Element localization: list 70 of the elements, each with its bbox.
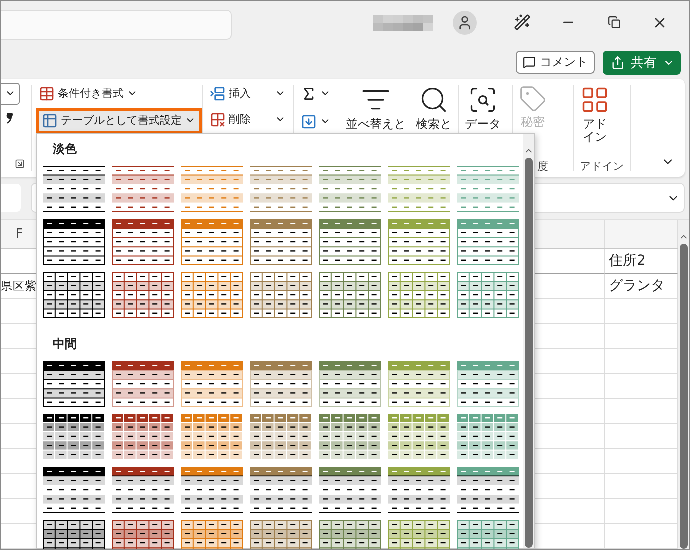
table-icon (39, 86, 55, 102)
style-menu-button[interactable]: 条件付き書式 (36, 82, 141, 104)
person-icon (457, 14, 473, 31)
table-style-thumbnail[interactable] (457, 414, 519, 460)
comma-style-icon[interactable] (6, 112, 14, 124)
data-analysis-button[interactable]: データ (463, 82, 503, 132)
account-avatar[interactable] (453, 10, 477, 35)
table-style-thumbnail[interactable] (43, 467, 105, 513)
insert-cells-icon (210, 86, 226, 102)
blurred-name (373, 14, 433, 31)
table-style-thumbnail[interactable] (112, 361, 174, 407)
table-style-thumbnail[interactable] (457, 272, 519, 318)
table-style-thumbnail[interactable] (250, 414, 312, 460)
sort-filter-button[interactable]: 並べ替えと (344, 82, 408, 132)
table-style-thumbnail[interactable] (181, 272, 243, 318)
section-label: 淡色 (52, 141, 77, 158)
style-menu-button[interactable]: テーブルとして書式設定 (36, 108, 202, 134)
table-style-thumbnail[interactable] (319, 414, 381, 460)
section-label: 中間 (52, 336, 77, 353)
search-field[interactable] (1, 10, 232, 40)
table-style-thumbnail[interactable] (43, 166, 105, 212)
group-label: アドイン (580, 159, 624, 174)
share-icon (611, 56, 625, 70)
table-style-thumbnail[interactable] (388, 272, 450, 318)
table-style-thumbnail[interactable] (388, 166, 450, 212)
table-style-thumbnail[interactable] (112, 467, 174, 513)
wand-icon[interactable] (514, 14, 530, 32)
table-style-thumbnail[interactable] (457, 166, 519, 212)
delete-cells-icon (210, 112, 226, 128)
cells-menu-button[interactable]: 挿入 (207, 82, 289, 104)
table-style-thumbnail[interactable] (319, 467, 381, 513)
comment-button[interactable]: コメント (516, 50, 595, 74)
restore-icon[interactable] (608, 16, 620, 30)
table-style-thumbnail[interactable] (112, 272, 174, 318)
table-style-thumbnail[interactable] (319, 361, 381, 407)
table-style-thumbnail[interactable] (43, 414, 105, 460)
number-format-dropdown[interactable] (1, 82, 20, 104)
table-style-thumbnail[interactable] (319, 272, 381, 318)
group-label: 度 (538, 159, 548, 174)
table-icon (42, 112, 58, 128)
table-style-thumbnail[interactable] (181, 219, 243, 265)
table-style-thumbnail[interactable] (250, 272, 312, 318)
add-ins-button[interactable]: アドイン (578, 82, 612, 146)
table-style-thumbnail[interactable] (457, 219, 519, 265)
scrollbar-thumb[interactable] (680, 244, 688, 549)
comment-icon (523, 56, 536, 68)
table-style-thumbnail[interactable] (112, 219, 174, 265)
table-style-thumbnail[interactable] (457, 467, 519, 513)
table-style-thumbnail[interactable] (43, 361, 105, 407)
table-style-thumbnail[interactable] (250, 467, 312, 513)
share-button[interactable]: 共有 (603, 50, 681, 74)
table-style-thumbnail[interactable] (388, 219, 450, 265)
scrollbar-thumb[interactable] (524, 158, 532, 548)
table-style-thumbnail[interactable] (388, 467, 450, 513)
table-style-thumbnail[interactable] (250, 166, 312, 212)
tag-icon (519, 84, 547, 112)
table-style-thumbnail[interactable] (250, 219, 312, 265)
table-style-thumbnail[interactable] (319, 166, 381, 212)
dialog-launcher-icon[interactable] (15, 159, 25, 170)
table-style-thumbnail[interactable] (112, 166, 174, 212)
table-style-thumbnail[interactable] (388, 414, 450, 460)
cells-menu-button[interactable]: 削除 (207, 108, 289, 130)
table-style-thumbnail[interactable] (43, 272, 105, 318)
table-style-thumbnail[interactable] (43, 219, 105, 265)
table-style-thumbnail[interactable] (319, 219, 381, 265)
table-style-thumbnail[interactable] (181, 467, 243, 513)
find-select-button[interactable]: 検索と (414, 82, 454, 132)
table-style-thumbnail[interactable] (181, 414, 243, 460)
table-style-thumbnail[interactable] (112, 414, 174, 460)
table-style-thumbnail[interactable] (181, 166, 243, 212)
